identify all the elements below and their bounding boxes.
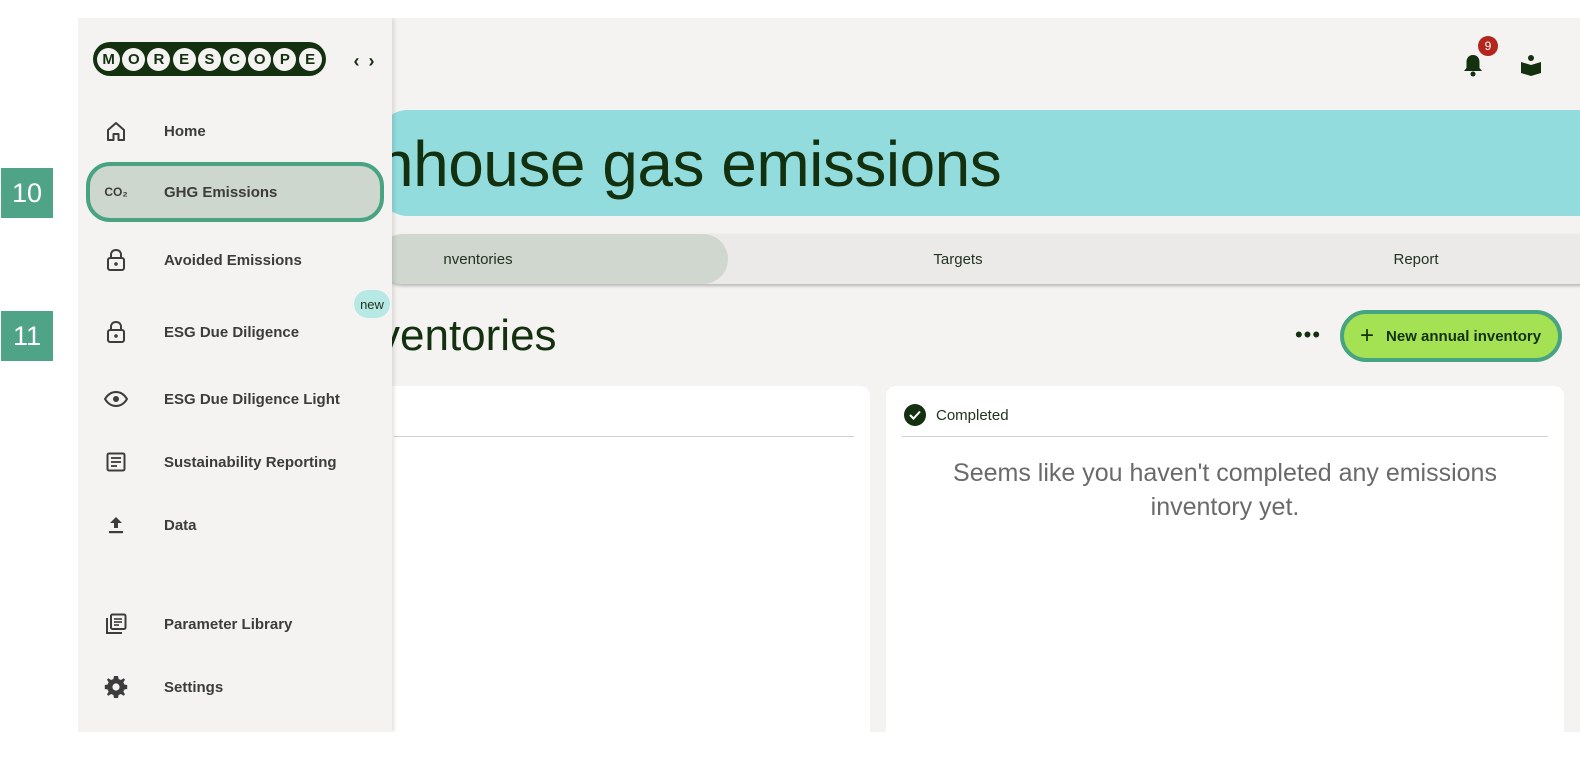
section-title: ventories: [378, 311, 557, 360]
sidebar-item-label: ESG Due Diligence: [164, 323, 300, 341]
home-icon: [98, 113, 134, 149]
book-icon: [1521, 55, 1541, 76]
sidebar-item-label: Avoided Emissions: [164, 251, 302, 269]
sidebar-item-settings[interactable]: Settings: [88, 660, 380, 714]
sidebar-item-label: Parameter Library: [164, 615, 293, 633]
check-circle-icon: [904, 404, 926, 426]
tab-report[interactable]: Report: [1188, 234, 1580, 284]
sidebar-item-sustainability-reporting[interactable]: Sustainability Reporting: [88, 435, 380, 489]
card-divider: [394, 436, 854, 437]
lock-icon: [98, 242, 134, 278]
sidebar-item-data[interactable]: Data: [88, 498, 380, 552]
marker-11: 11: [1, 311, 53, 361]
co2-icon-text: CO₂: [104, 185, 128, 199]
logo-letter: E: [172, 47, 196, 71]
completed-label: Completed: [936, 406, 1009, 424]
logo-letter: O: [122, 47, 146, 71]
tab-inventories-label: nventories: [443, 250, 513, 268]
morescope-logo[interactable]: M O R E S C O P E: [93, 42, 326, 76]
lock-icon: [98, 314, 134, 350]
tab-inventories[interactable]: nventories: [378, 234, 728, 284]
logo-letter: C: [223, 47, 247, 71]
tab-targets[interactable]: Targets: [728, 234, 1188, 284]
sidebar-item-avoided-emissions[interactable]: Avoided Emissions: [88, 233, 380, 287]
help-book-button[interactable]: [1514, 48, 1548, 82]
logo-letter: E: [298, 47, 322, 71]
sidebar-item-label: Data: [164, 516, 197, 534]
library-icon: [98, 606, 134, 642]
in-progress-card: [378, 386, 870, 732]
more-options-button[interactable]: •••: [1288, 320, 1328, 350]
sidebar-item-esg-due-diligence-light[interactable]: ESG Due Diligence Light: [88, 372, 380, 426]
eye-icon: [98, 381, 134, 417]
sidebar-item-ghg-emissions[interactable]: CO₂ GHG Emissions: [86, 162, 384, 222]
completed-header: Completed: [904, 404, 1009, 426]
sidebar-item-label: Home: [164, 122, 206, 140]
completed-card: Completed Seems like you haven't complet…: [886, 386, 1564, 732]
empty-state-message: Seems like you haven't completed any emi…: [953, 459, 1497, 521]
gear-icon: [98, 669, 134, 705]
co2-icon: CO₂: [98, 174, 134, 210]
more-icon: •••: [1294, 322, 1322, 347]
app-window: 9 nhouse gas emissions nventories Target…: [78, 18, 1580, 732]
marker-10: 10: [1, 168, 53, 218]
logo-letter: R: [147, 47, 171, 71]
sidebar-item-label: ESG Due Diligence Light: [164, 390, 340, 408]
new-annual-inventory-button[interactable]: + New annual inventory: [1340, 310, 1562, 362]
sidebar-item-home[interactable]: Home: [88, 104, 380, 158]
card-divider: [902, 436, 1548, 437]
hero-banner: nhouse gas emissions: [378, 110, 1580, 216]
sidebar-item-esg-due-diligence[interactable]: ESG Due Diligence: [88, 305, 380, 359]
sidebar-item-label: Sustainability Reporting: [164, 453, 337, 471]
logo-letter: P: [273, 47, 297, 71]
sidebar-item-label: GHG Emissions: [164, 183, 278, 201]
tab-report-label: Report: [1393, 250, 1439, 268]
upload-icon: [98, 507, 134, 543]
tab-targets-label: Targets: [933, 250, 983, 268]
notifications-button[interactable]: 9: [1456, 36, 1498, 82]
logo-letter: S: [197, 47, 221, 71]
plus-icon: +: [1360, 322, 1375, 349]
logo-letter: O: [248, 47, 272, 71]
sidebar-item-parameter-library[interactable]: Parameter Library: [88, 597, 380, 651]
tab-bar: nventories Targets Report: [378, 234, 1580, 284]
sidebar-item-label: Settings: [164, 678, 224, 696]
document-icon: [98, 444, 134, 480]
collapse-sidebar-button[interactable]: ‹ ›: [350, 48, 380, 74]
sidebar: M O R E S C O P E ‹ › Home CO₂ GHG Emiss…: [78, 18, 392, 732]
logo-letter: M: [97, 47, 121, 71]
new-annual-inventory-label: New annual inventory: [1386, 327, 1542, 345]
bell-icon: [1464, 55, 1482, 77]
chevrons-icon: ‹ ›: [353, 50, 377, 71]
notification-badge: 9: [1478, 36, 1498, 56]
page-title: nhouse gas emissions: [378, 128, 1002, 200]
